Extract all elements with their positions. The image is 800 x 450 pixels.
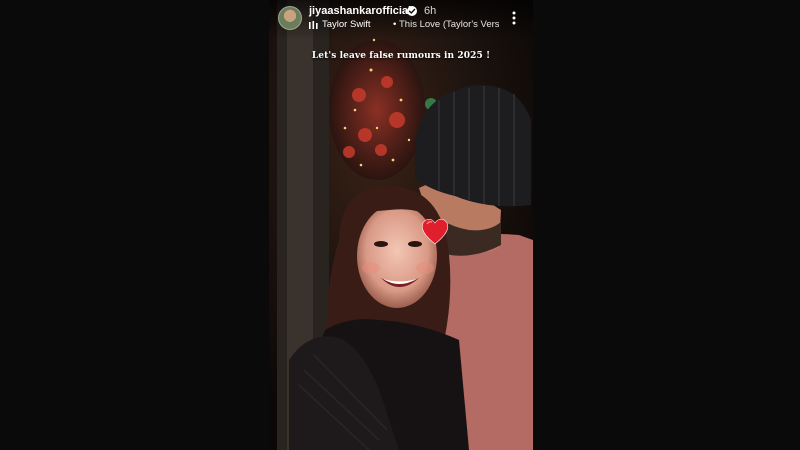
music-info[interactable]: Taylor Swift • This Love (Taylor's Versi… xyxy=(309,19,499,31)
music-separator: • xyxy=(393,19,397,30)
story-frame[interactable]: jiyaashankarofficial 6h Taylor Swift • T… xyxy=(269,0,533,450)
more-options-icon[interactable] xyxy=(507,10,521,26)
username[interactable]: jiyaashankarofficial xyxy=(309,5,411,17)
music-artist: Taylor Swift xyxy=(322,19,371,30)
post-time: 6h xyxy=(424,5,437,17)
profile-avatar[interactable] xyxy=(278,6,302,30)
music-bars-icon xyxy=(309,21,318,29)
verified-badge-icon xyxy=(407,6,417,16)
viewer-background: jiyaashankarofficial 6h Taylor Swift • T… xyxy=(0,0,800,450)
story-photo xyxy=(269,0,533,450)
story-caption: Let's leave false rumours in 2025 ! xyxy=(311,51,491,61)
music-song-title: This Love (Taylor's Versio... xyxy=(399,19,499,30)
